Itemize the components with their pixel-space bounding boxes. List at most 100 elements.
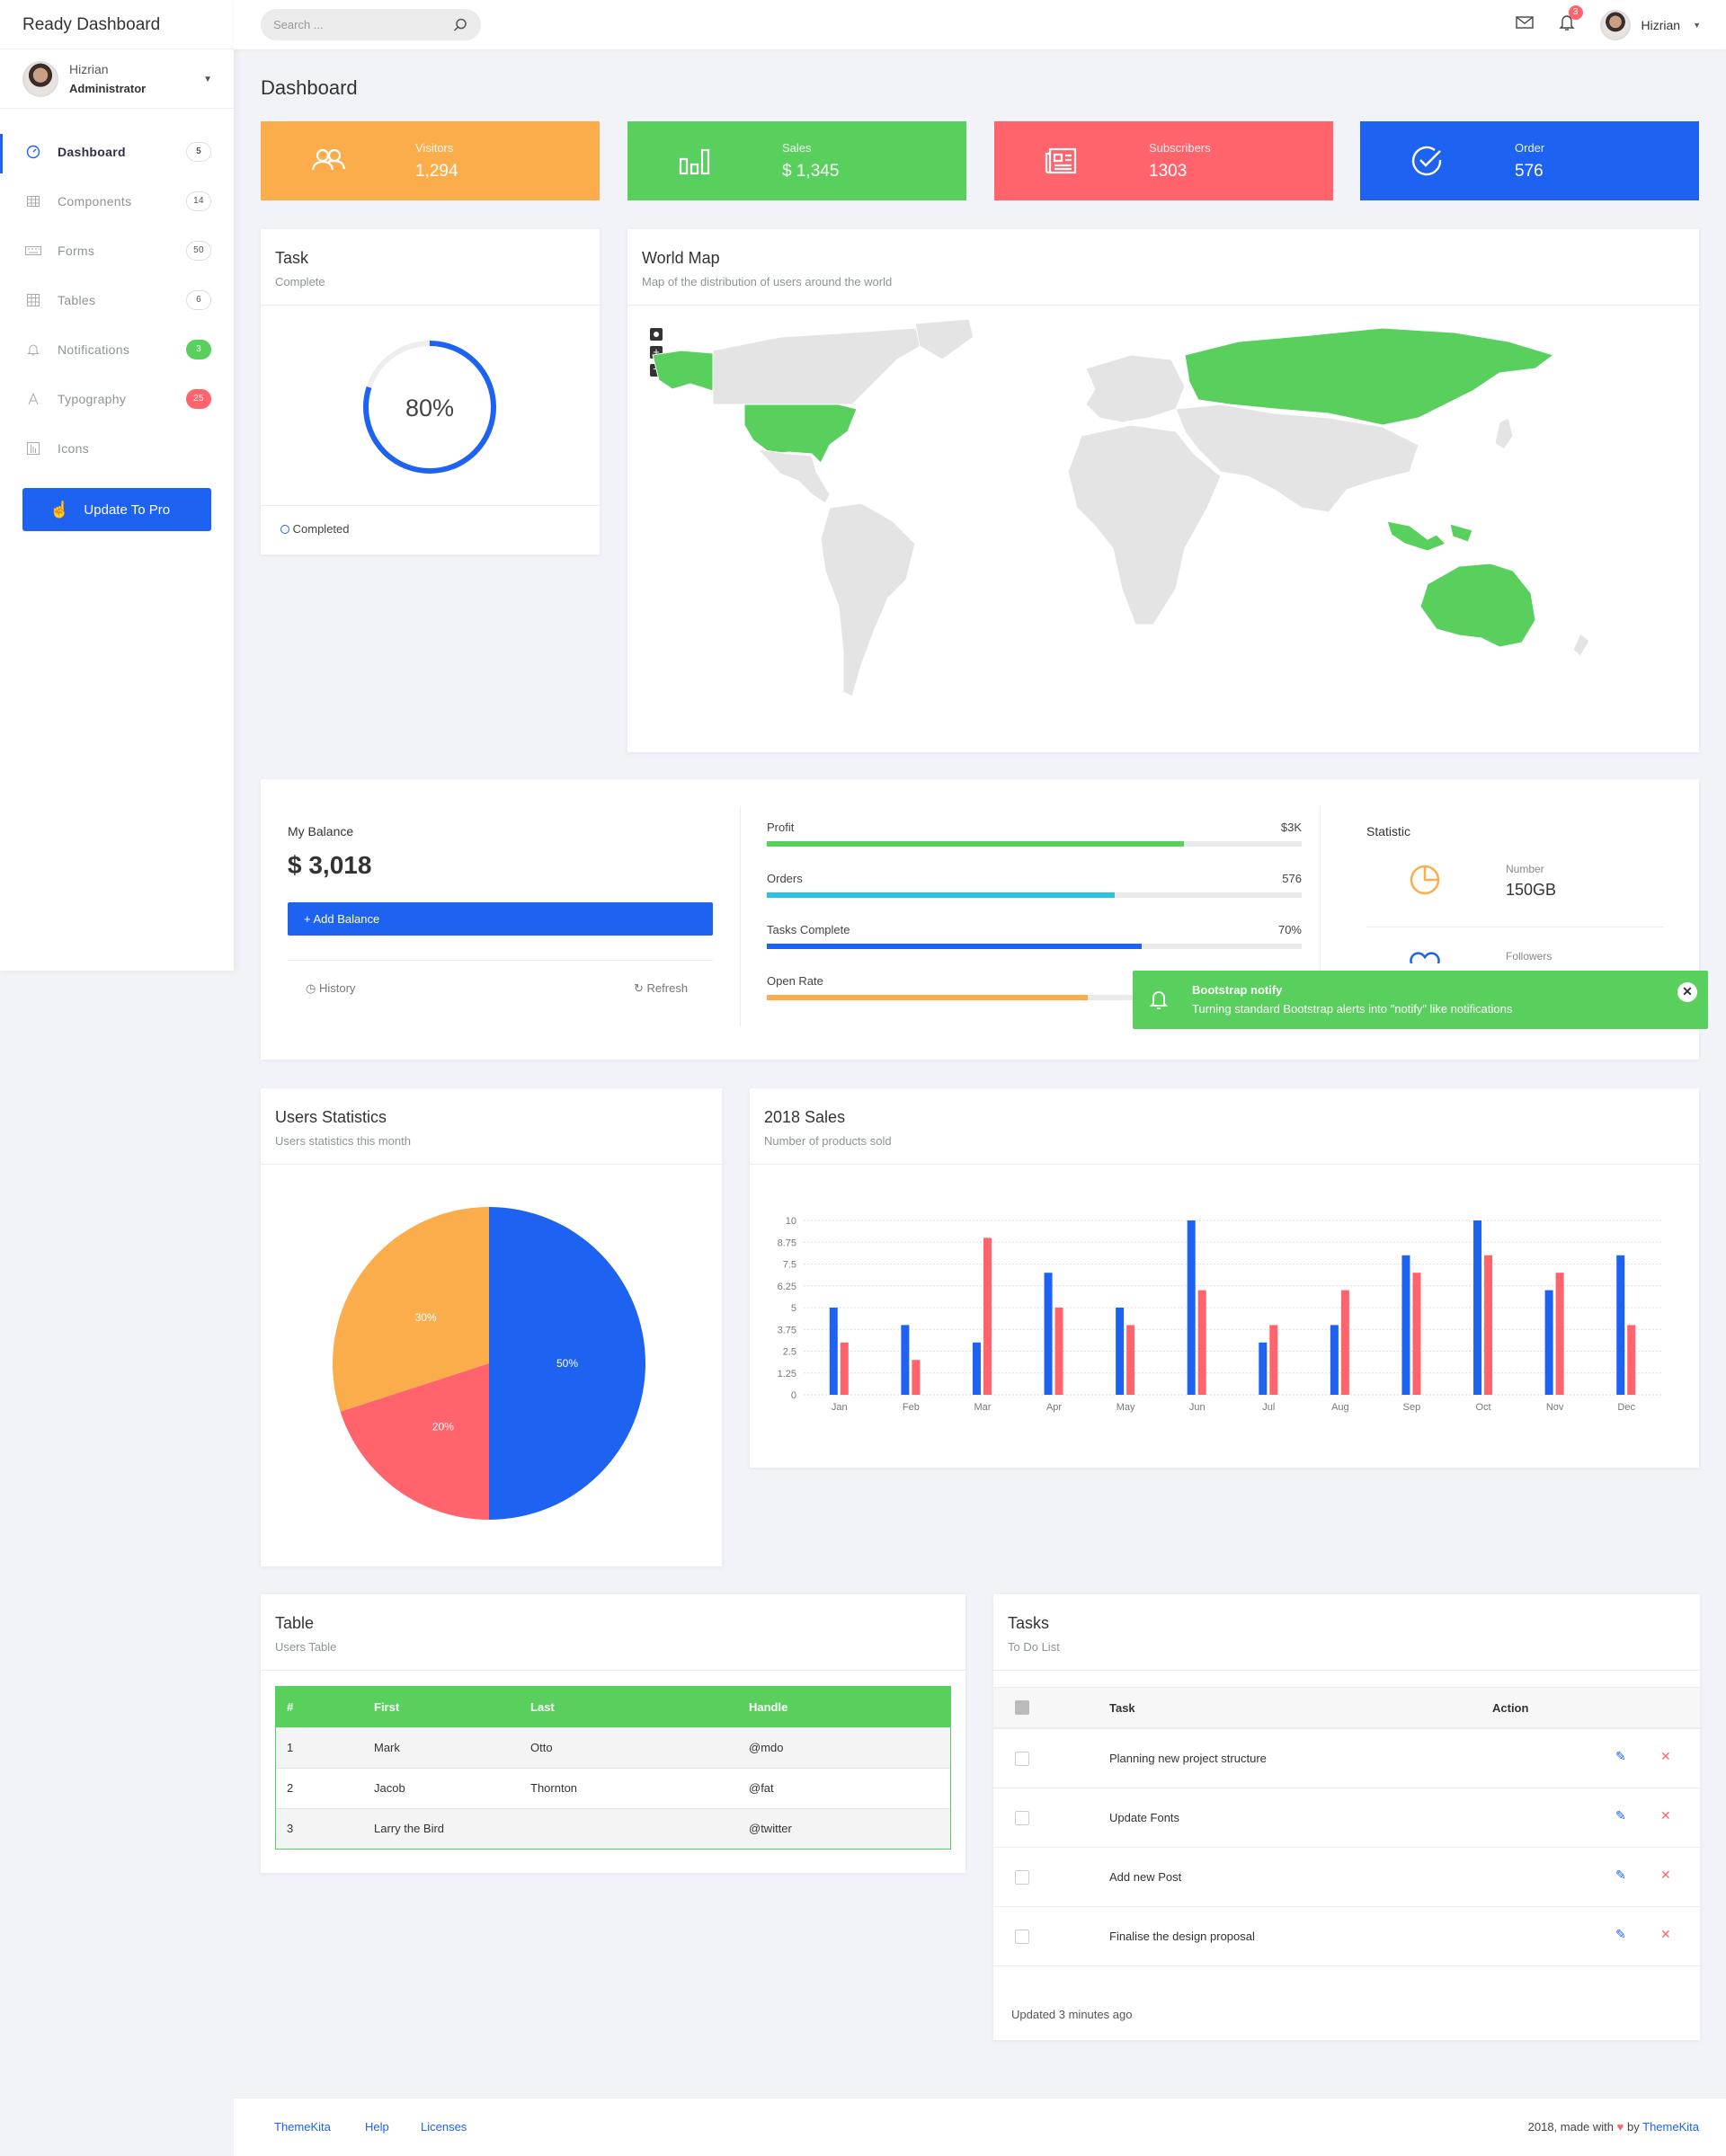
topbar-avatar[interactable] bbox=[1599, 9, 1631, 40]
delete-icon[interactable]: ✕ bbox=[1660, 1749, 1671, 1764]
bar[interactable] bbox=[1044, 1273, 1053, 1395]
select-all-checkbox[interactable] bbox=[1015, 1700, 1029, 1715]
delete-icon[interactable]: ✕ bbox=[1660, 1808, 1671, 1823]
task-checkbox[interactable] bbox=[1015, 1811, 1029, 1825]
footer-link-themekita[interactable]: ThemeKita bbox=[274, 2120, 331, 2134]
map-region-europe[interactable] bbox=[1085, 354, 1186, 423]
card-title: Users Statistics bbox=[275, 1108, 387, 1126]
bar[interactable] bbox=[1473, 1220, 1482, 1395]
caret-down-icon[interactable]: ▼ bbox=[203, 75, 212, 84]
x-tick-label: Nov bbox=[1546, 1402, 1564, 1413]
map-region-usa[interactable] bbox=[743, 404, 858, 464]
add-balance-button[interactable]: + Add Balance bbox=[288, 902, 713, 936]
stat-label: Subscribers bbox=[1149, 141, 1211, 155]
footer-link-licenses[interactable]: Licenses bbox=[421, 2120, 467, 2134]
bar[interactable] bbox=[1330, 1325, 1339, 1395]
map-region-africa[interactable] bbox=[1067, 424, 1222, 626]
stat-card-order[interactable]: Order 576 bbox=[1360, 121, 1699, 200]
table-cell: @twitter bbox=[738, 1807, 950, 1849]
sidebar-item-components[interactable]: Components 14 bbox=[0, 176, 234, 226]
bar[interactable] bbox=[1544, 1290, 1553, 1395]
bar[interactable] bbox=[1340, 1290, 1349, 1395]
stat-label: Order bbox=[1515, 141, 1545, 155]
brand-title[interactable]: Ready Dashboard bbox=[0, 0, 234, 49]
bar[interactable] bbox=[912, 1360, 921, 1395]
update-to-pro-button[interactable]: ☝ Update To Pro bbox=[22, 488, 211, 531]
credit-link[interactable]: ThemeKita bbox=[1642, 2120, 1699, 2134]
edit-icon[interactable]: ✎ bbox=[1615, 1808, 1626, 1823]
search-icon[interactable] bbox=[452, 10, 468, 45]
bar[interactable] bbox=[1555, 1273, 1564, 1395]
card-category: To Do List bbox=[1008, 1640, 1060, 1654]
caret-down-icon[interactable]: ▼ bbox=[1693, 21, 1701, 30]
table-cell: Mark bbox=[363, 1726, 520, 1768]
sales-bar-chart: 0 1.25 2.5 3.75 5 6.25 7.5 8.75 10 Jan Feb Mar Apr Ma… bbox=[778, 1216, 1662, 1413]
map-region-australia[interactable] bbox=[1419, 563, 1536, 648]
edit-icon[interactable]: ✎ bbox=[1615, 1927, 1626, 1942]
map-region-indonesia[interactable] bbox=[1386, 520, 1446, 552]
map-region-borneo[interactable] bbox=[1449, 523, 1473, 543]
bar[interactable] bbox=[1259, 1342, 1268, 1395]
history-link[interactable]: ◷ History bbox=[306, 981, 355, 996]
notify-alert[interactable]: Bootstrap notify Turning standard Bootst… bbox=[1133, 971, 1708, 1029]
envelope-icon[interactable] bbox=[1515, 15, 1534, 34]
refresh-link[interactable]: ↻ Refresh bbox=[634, 981, 688, 996]
task-checkbox[interactable] bbox=[1015, 1752, 1029, 1766]
stat-card-sales[interactable]: Sales $ 1,345 bbox=[627, 121, 966, 200]
map-region-japan[interactable] bbox=[1494, 417, 1514, 450]
user-role: Administrator bbox=[69, 81, 147, 95]
x-tick-label: Jun bbox=[1189, 1402, 1206, 1413]
bar[interactable] bbox=[972, 1342, 981, 1395]
search-input[interactable]: Search ... bbox=[261, 9, 481, 40]
sidebar-item-forms[interactable]: Forms 50 bbox=[0, 226, 234, 275]
map-region-new-zealand[interactable] bbox=[1572, 633, 1590, 657]
task-percent: 80% bbox=[405, 395, 454, 421]
bar[interactable] bbox=[1269, 1325, 1278, 1395]
bar[interactable] bbox=[1616, 1255, 1625, 1395]
bar[interactable] bbox=[1197, 1290, 1206, 1395]
sidebar-item-typography[interactable]: Typography 25 bbox=[0, 374, 234, 423]
map-region-south-america[interactable] bbox=[820, 502, 916, 697]
bar[interactable] bbox=[829, 1308, 838, 1395]
bar[interactable] bbox=[1484, 1255, 1493, 1395]
x-tick-label: Jul bbox=[1262, 1402, 1275, 1413]
delete-icon[interactable]: ✕ bbox=[1660, 1927, 1671, 1942]
close-icon[interactable]: ✕ bbox=[1677, 982, 1697, 1002]
users-pie-chart: 50% 20% 30% bbox=[333, 1207, 645, 1520]
delete-icon[interactable]: ✕ bbox=[1660, 1868, 1671, 1883]
map-region-greenland[interactable] bbox=[914, 319, 974, 360]
notification-bell-icon[interactable]: 3 bbox=[1558, 5, 1583, 36]
topbar-user-name[interactable]: Hizrian bbox=[1641, 18, 1681, 32]
sidebar-item-notifications[interactable]: Notifications 3 bbox=[0, 324, 234, 374]
progress-row: Tasks Complete 70% bbox=[767, 923, 1302, 959]
user-box[interactable]: Hizrian Administrator ▼ bbox=[0, 49, 234, 109]
bar[interactable] bbox=[983, 1238, 992, 1395]
table-icon bbox=[25, 193, 41, 209]
stat-card-visitors[interactable]: Visitors 1,294 bbox=[261, 121, 600, 200]
sidebar-item-tables[interactable]: Tables 6 bbox=[0, 275, 234, 324]
sidebar-item-dashboard[interactable]: Dashboard 5 bbox=[0, 127, 234, 176]
bar[interactable] bbox=[1187, 1220, 1196, 1395]
map-region-alaska[interactable] bbox=[652, 350, 714, 392]
task-checkbox[interactable] bbox=[1015, 1870, 1029, 1885]
bar[interactable] bbox=[1054, 1308, 1063, 1395]
update-to-pro-label: Update To Pro bbox=[84, 501, 171, 518]
task-checkbox[interactable] bbox=[1015, 1930, 1029, 1944]
bar[interactable] bbox=[840, 1342, 849, 1395]
table-cell: 2 bbox=[276, 1767, 363, 1808]
y-tick-label: 0 bbox=[791, 1390, 796, 1401]
bar[interactable] bbox=[1116, 1308, 1125, 1395]
bar[interactable] bbox=[1627, 1325, 1636, 1395]
footer-link-help[interactable]: Help bbox=[365, 2120, 389, 2134]
x-tick-label: Apr bbox=[1046, 1402, 1062, 1413]
map-region-canada[interactable] bbox=[712, 327, 934, 410]
world-map bbox=[652, 319, 1590, 697]
stat-card-subscribers[interactable]: Subscribers 1303 bbox=[994, 121, 1333, 200]
bar[interactable] bbox=[1412, 1273, 1421, 1395]
edit-icon[interactable]: ✎ bbox=[1615, 1749, 1626, 1764]
bar[interactable] bbox=[1126, 1325, 1135, 1395]
bar[interactable] bbox=[1401, 1255, 1410, 1395]
edit-icon[interactable]: ✎ bbox=[1615, 1868, 1626, 1883]
bar[interactable] bbox=[901, 1325, 910, 1395]
sidebar-item-icons[interactable]: Icons bbox=[0, 423, 234, 473]
